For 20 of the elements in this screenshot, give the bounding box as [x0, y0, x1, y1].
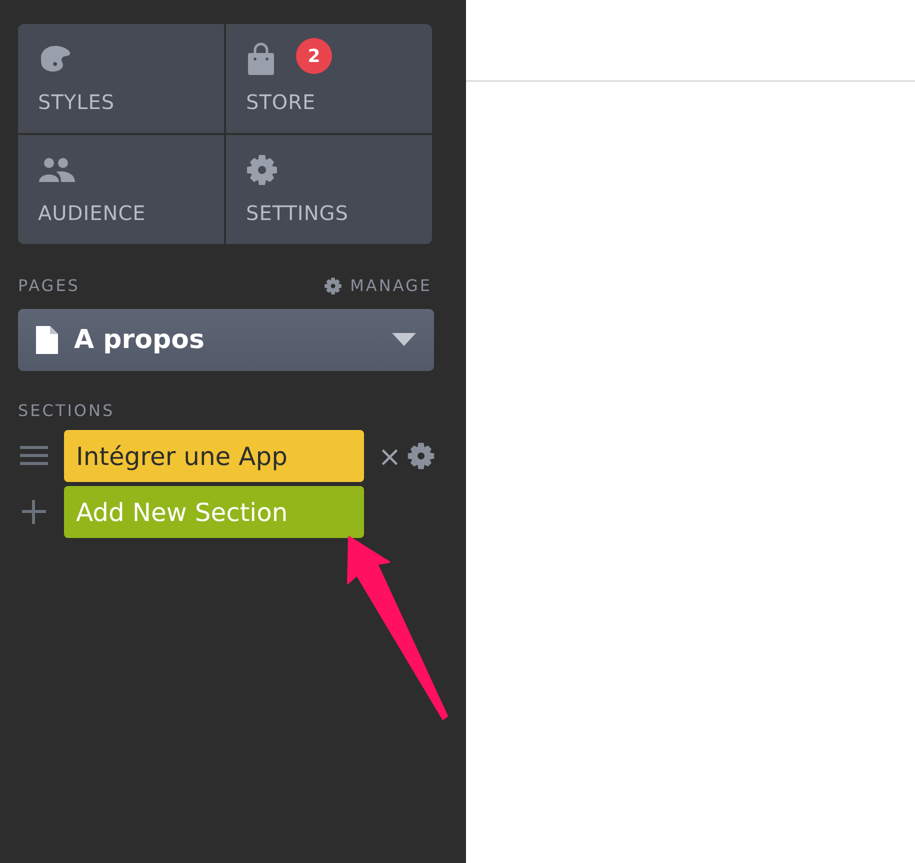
people-icon	[38, 157, 76, 183]
plus-icon	[20, 498, 48, 526]
settings-icon	[324, 276, 342, 294]
caret-icon	[392, 333, 416, 347]
nav-tile[interactable]: SETTINGS	[226, 135, 432, 244]
add-section-button[interactable]: Add New Section	[64, 486, 364, 538]
manage-button[interactable]: MANAGE	[324, 276, 432, 295]
gear-icon	[246, 154, 278, 186]
drag-handle-icon[interactable]	[20, 444, 48, 468]
nav-tile[interactable]: AUDIENCE	[18, 135, 224, 244]
palette-icon	[38, 44, 72, 74]
pages-heading: PAGES	[18, 276, 80, 295]
nav-tile[interactable]: STYLES	[18, 24, 224, 133]
document-icon	[36, 326, 58, 354]
settings-icon[interactable]	[407, 442, 436, 470]
section-button[interactable]: Intégrer une App	[64, 430, 364, 482]
sections-heading: SECTIONS	[18, 401, 116, 420]
page-dropdown[interactable]: A propos	[18, 309, 434, 371]
close-button[interactable]: ×	[378, 440, 402, 472]
shopping-bag-icon	[246, 42, 276, 76]
